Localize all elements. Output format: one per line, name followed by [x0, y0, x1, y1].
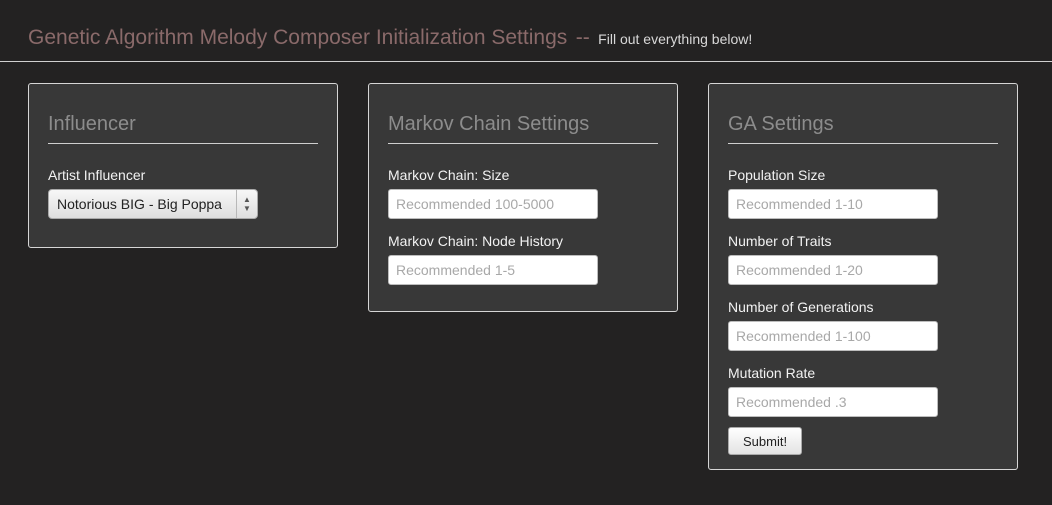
header-divider: [0, 61, 1052, 62]
page-header: Genetic Algorithm Melody Composer Initia…: [28, 26, 752, 50]
ga-panel: GA Settings Population Size Number of Tr…: [708, 83, 1018, 470]
population-size-input[interactable]: [728, 189, 938, 219]
generations-label: Number of Generations: [728, 299, 874, 315]
generations-input[interactable]: [728, 321, 938, 351]
markov-size-label: Markov Chain: Size: [388, 167, 510, 183]
population-size-label: Population Size: [728, 167, 826, 183]
traits-input[interactable]: [728, 255, 938, 285]
mutation-rate-input[interactable]: [728, 387, 938, 417]
markov-history-label: Markov Chain: Node History: [388, 233, 564, 249]
artist-influencer-selected-value: Notorious BIG - Big Poppa: [57, 196, 222, 212]
title-separator: --: [575, 26, 590, 49]
traits-label: Number of Traits: [728, 233, 832, 249]
select-divider: [236, 190, 237, 218]
influencer-panel-title: Influencer: [48, 112, 318, 144]
markov-size-input[interactable]: [388, 189, 598, 219]
select-updown-arrows-icon: ▲ ▼: [243, 195, 251, 213]
artist-influencer-label: Artist Influencer: [48, 167, 146, 183]
page-subtitle: Fill out everything below!: [598, 31, 753, 47]
influencer-panel: Influencer Artist Influencer Notorious B…: [28, 83, 338, 248]
ga-panel-title: GA Settings: [728, 112, 998, 144]
markov-panel-title: Markov Chain Settings: [388, 112, 658, 144]
markov-panel: Markov Chain Settings Markov Chain: Size…: [368, 83, 678, 312]
artist-influencer-select[interactable]: Notorious BIG - Big Poppa ▲ ▼: [48, 189, 258, 219]
markov-history-input[interactable]: [388, 255, 598, 285]
submit-button[interactable]: Submit!: [728, 427, 803, 455]
page-title: Genetic Algorithm Melody Composer Initia…: [28, 26, 568, 49]
mutation-rate-label: Mutation Rate: [728, 365, 816, 381]
